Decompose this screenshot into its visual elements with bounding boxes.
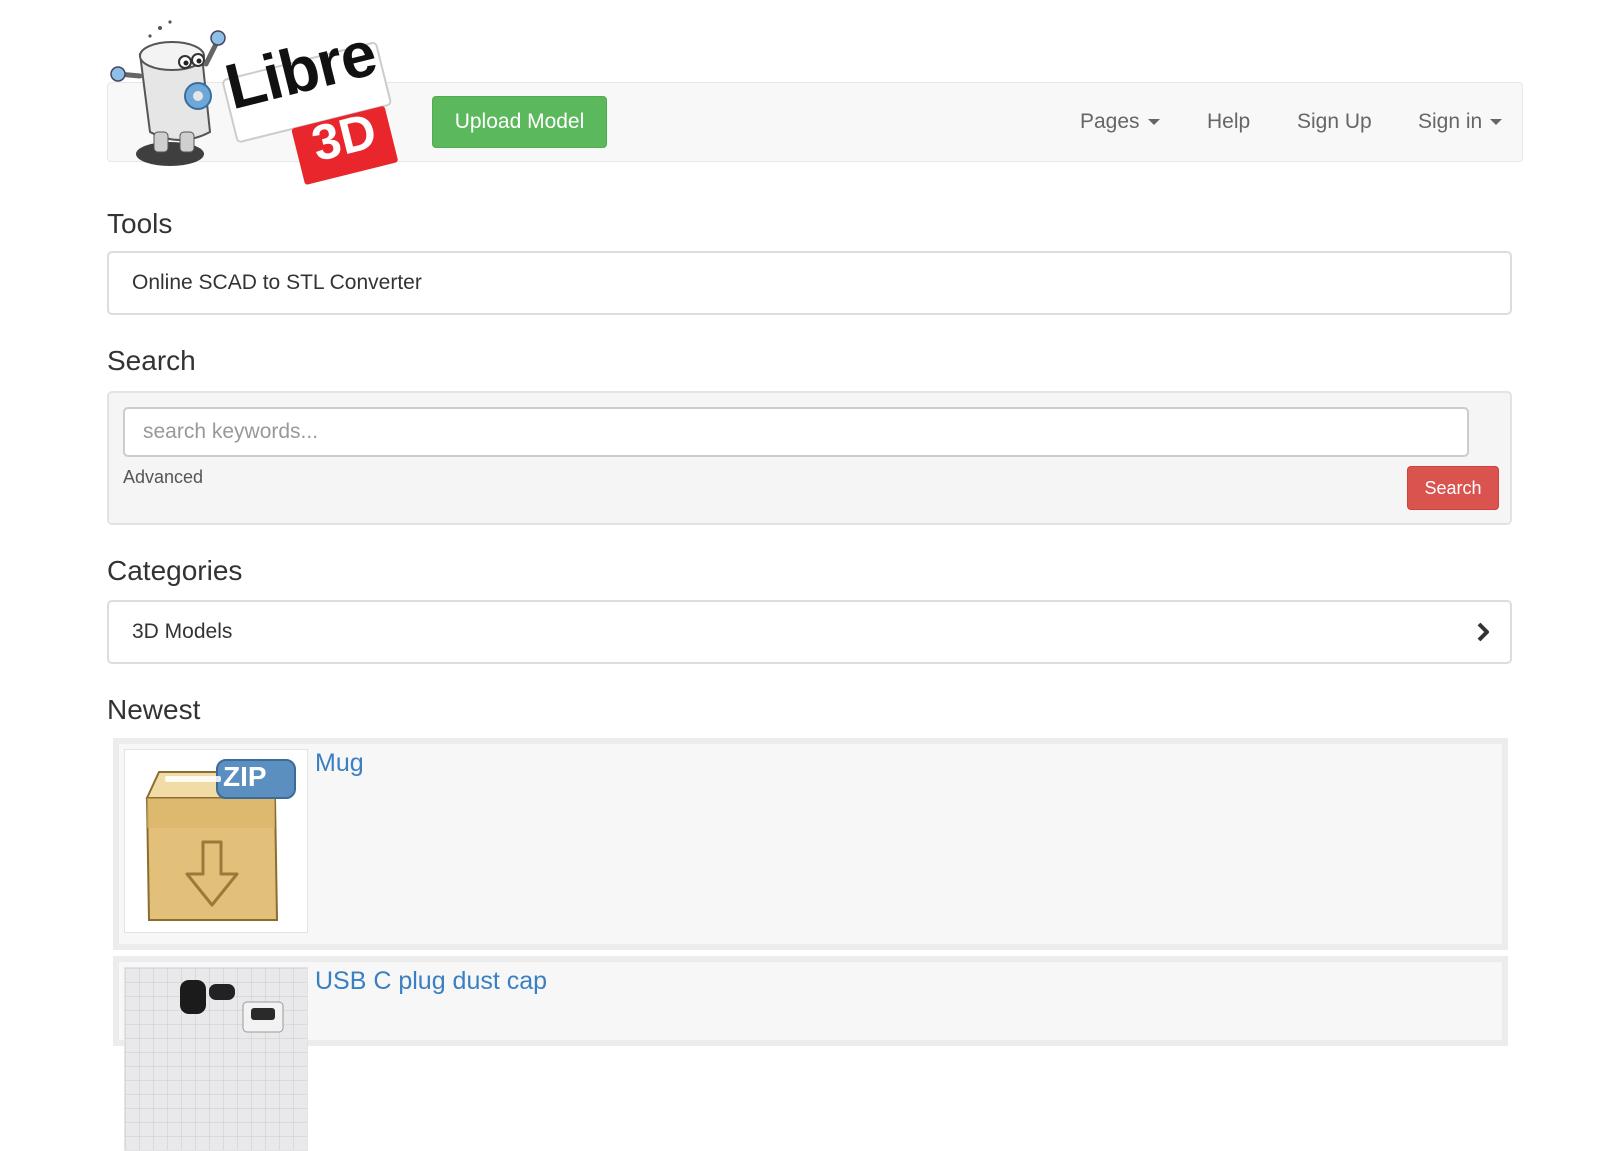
tool-item-scad-converter[interactable]: Online SCAD to STL Converter [107,251,1512,315]
search-input[interactable] [123,407,1469,457]
chevron-right-icon [1476,602,1490,662]
search-panel: Advanced Search [107,391,1512,525]
zip-badge-text: ZIP [223,761,267,792]
nav-signin-label: Sign in [1418,110,1483,133]
search-button[interactable]: Search [1407,466,1499,510]
item-title-link[interactable]: Mug [315,749,364,778]
nav-pages-label: Pages [1080,110,1140,133]
category-item-label: 3D Models [132,620,233,643]
caret-down-icon [1490,119,1503,126]
categories-heading: Categories [107,555,243,586]
nav-signup-link[interactable]: Sign Up [1297,82,1372,162]
nav-signin-dropdown[interactable]: Sign in [1418,82,1503,162]
search-heading: Search [107,345,196,376]
robot-mascot-icon [110,20,226,166]
advanced-search-link[interactable]: Advanced [123,467,203,488]
photo-thumbnail[interactable] [124,967,308,1151]
list-item: USB C plug dust cap [113,956,1508,1151]
caret-down-icon [1147,119,1160,126]
newest-heading: Newest [107,694,201,725]
category-item-3d-models[interactable]: 3D Models [107,600,1512,664]
nav-help-link[interactable]: Help [1207,82,1250,162]
upload-model-button[interactable]: Upload Model [432,96,607,148]
item-title-link[interactable]: USB C plug dust cap [315,967,547,996]
list-item: ZIP Mug [113,738,1508,950]
nav-pages-dropdown[interactable]: Pages [1080,82,1160,162]
tools-heading: Tools [107,208,173,239]
zip-archive-icon[interactable] [124,749,308,933]
